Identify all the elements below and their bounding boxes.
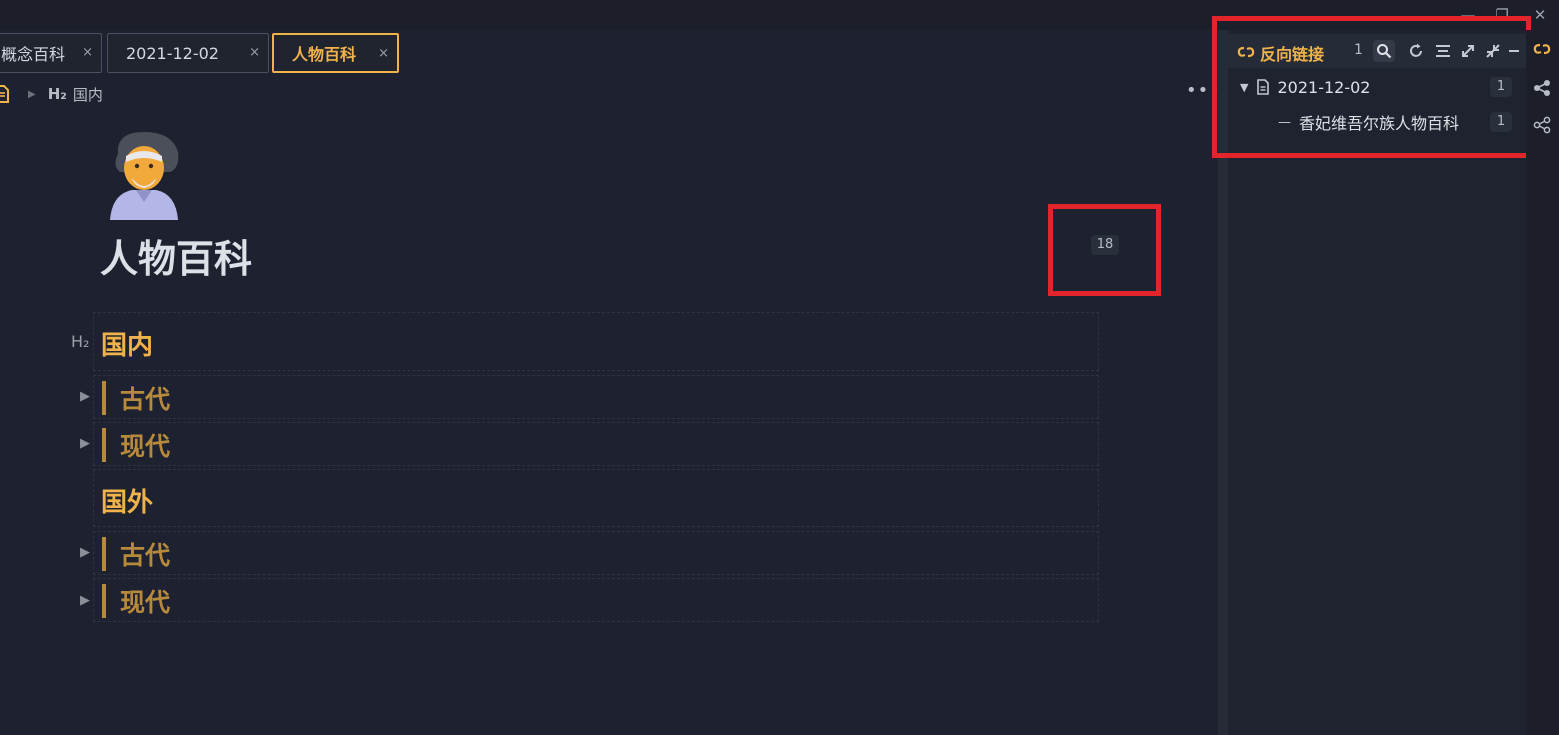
tab-2021-12-02[interactable]: 2021-12-02 × [107,33,269,73]
heading-block[interactable]: 国外 [93,469,1099,527]
fold-caret-icon[interactable]: ▶ [80,593,90,608]
heading-bar [102,428,106,462]
tab-label: 概念百科 [1,45,66,64]
breadcrumb: ▶ H₂ 国内 [0,82,103,106]
heading-bar [102,381,106,415]
tab-label: 2021-12-02 [126,43,219,63]
heading-bar [102,537,106,571]
highlight-box-counter [1048,204,1161,296]
heading-block[interactable]: 国内 [93,312,1099,371]
heading-h2: 国外 [101,488,154,518]
backlink-icon[interactable] [1531,38,1553,60]
heading-h3: 古代 [120,541,171,570]
fold-caret-icon[interactable]: ▶ [80,436,90,451]
breadcrumb-separator: ▶ [28,88,36,100]
right-dock [1526,30,1559,735]
tab-close-icon[interactable]: × [249,45,260,60]
heading-level-marker[interactable]: H₂ [71,332,89,351]
highlight-box-backlinks [1212,16,1531,158]
breadcrumb-heading[interactable]: 国内 [73,84,103,105]
tab-close-icon[interactable]: × [82,45,93,60]
document-emoji-icon[interactable] [104,128,184,220]
document-title[interactable]: 人物百科 [100,228,252,283]
global-graph-icon[interactable] [1531,114,1553,136]
tab-close-icon[interactable]: × [378,46,389,61]
heading-bar [102,584,106,618]
heading-block[interactable]: 现代 [93,578,1099,622]
heading-marker: H₂ [47,85,67,103]
fold-caret-icon[interactable]: ▶ [80,389,90,404]
graph-icon[interactable] [1531,77,1553,99]
document-icon[interactable] [0,85,10,103]
heading-h3: 现代 [120,588,171,617]
heading-block[interactable]: 现代 [93,422,1099,466]
heading-h3: 现代 [120,432,171,461]
heading-h2: 国内 [101,331,154,361]
heading-block[interactable]: 古代 [93,531,1099,575]
heading-h3: 古代 [120,385,171,414]
fold-caret-icon[interactable]: ▶ [80,545,90,560]
heading-block[interactable]: 古代 [93,375,1099,419]
tab-concept-encyclopedia[interactable]: 概念百科 × [0,33,102,73]
tab-label: 人物百科 [292,45,357,64]
tab-person-encyclopedia[interactable]: 人物百科 × [272,33,399,73]
tab-bar: 概念百科 × 2021-12-02 × 人物百科 × [0,30,1218,76]
